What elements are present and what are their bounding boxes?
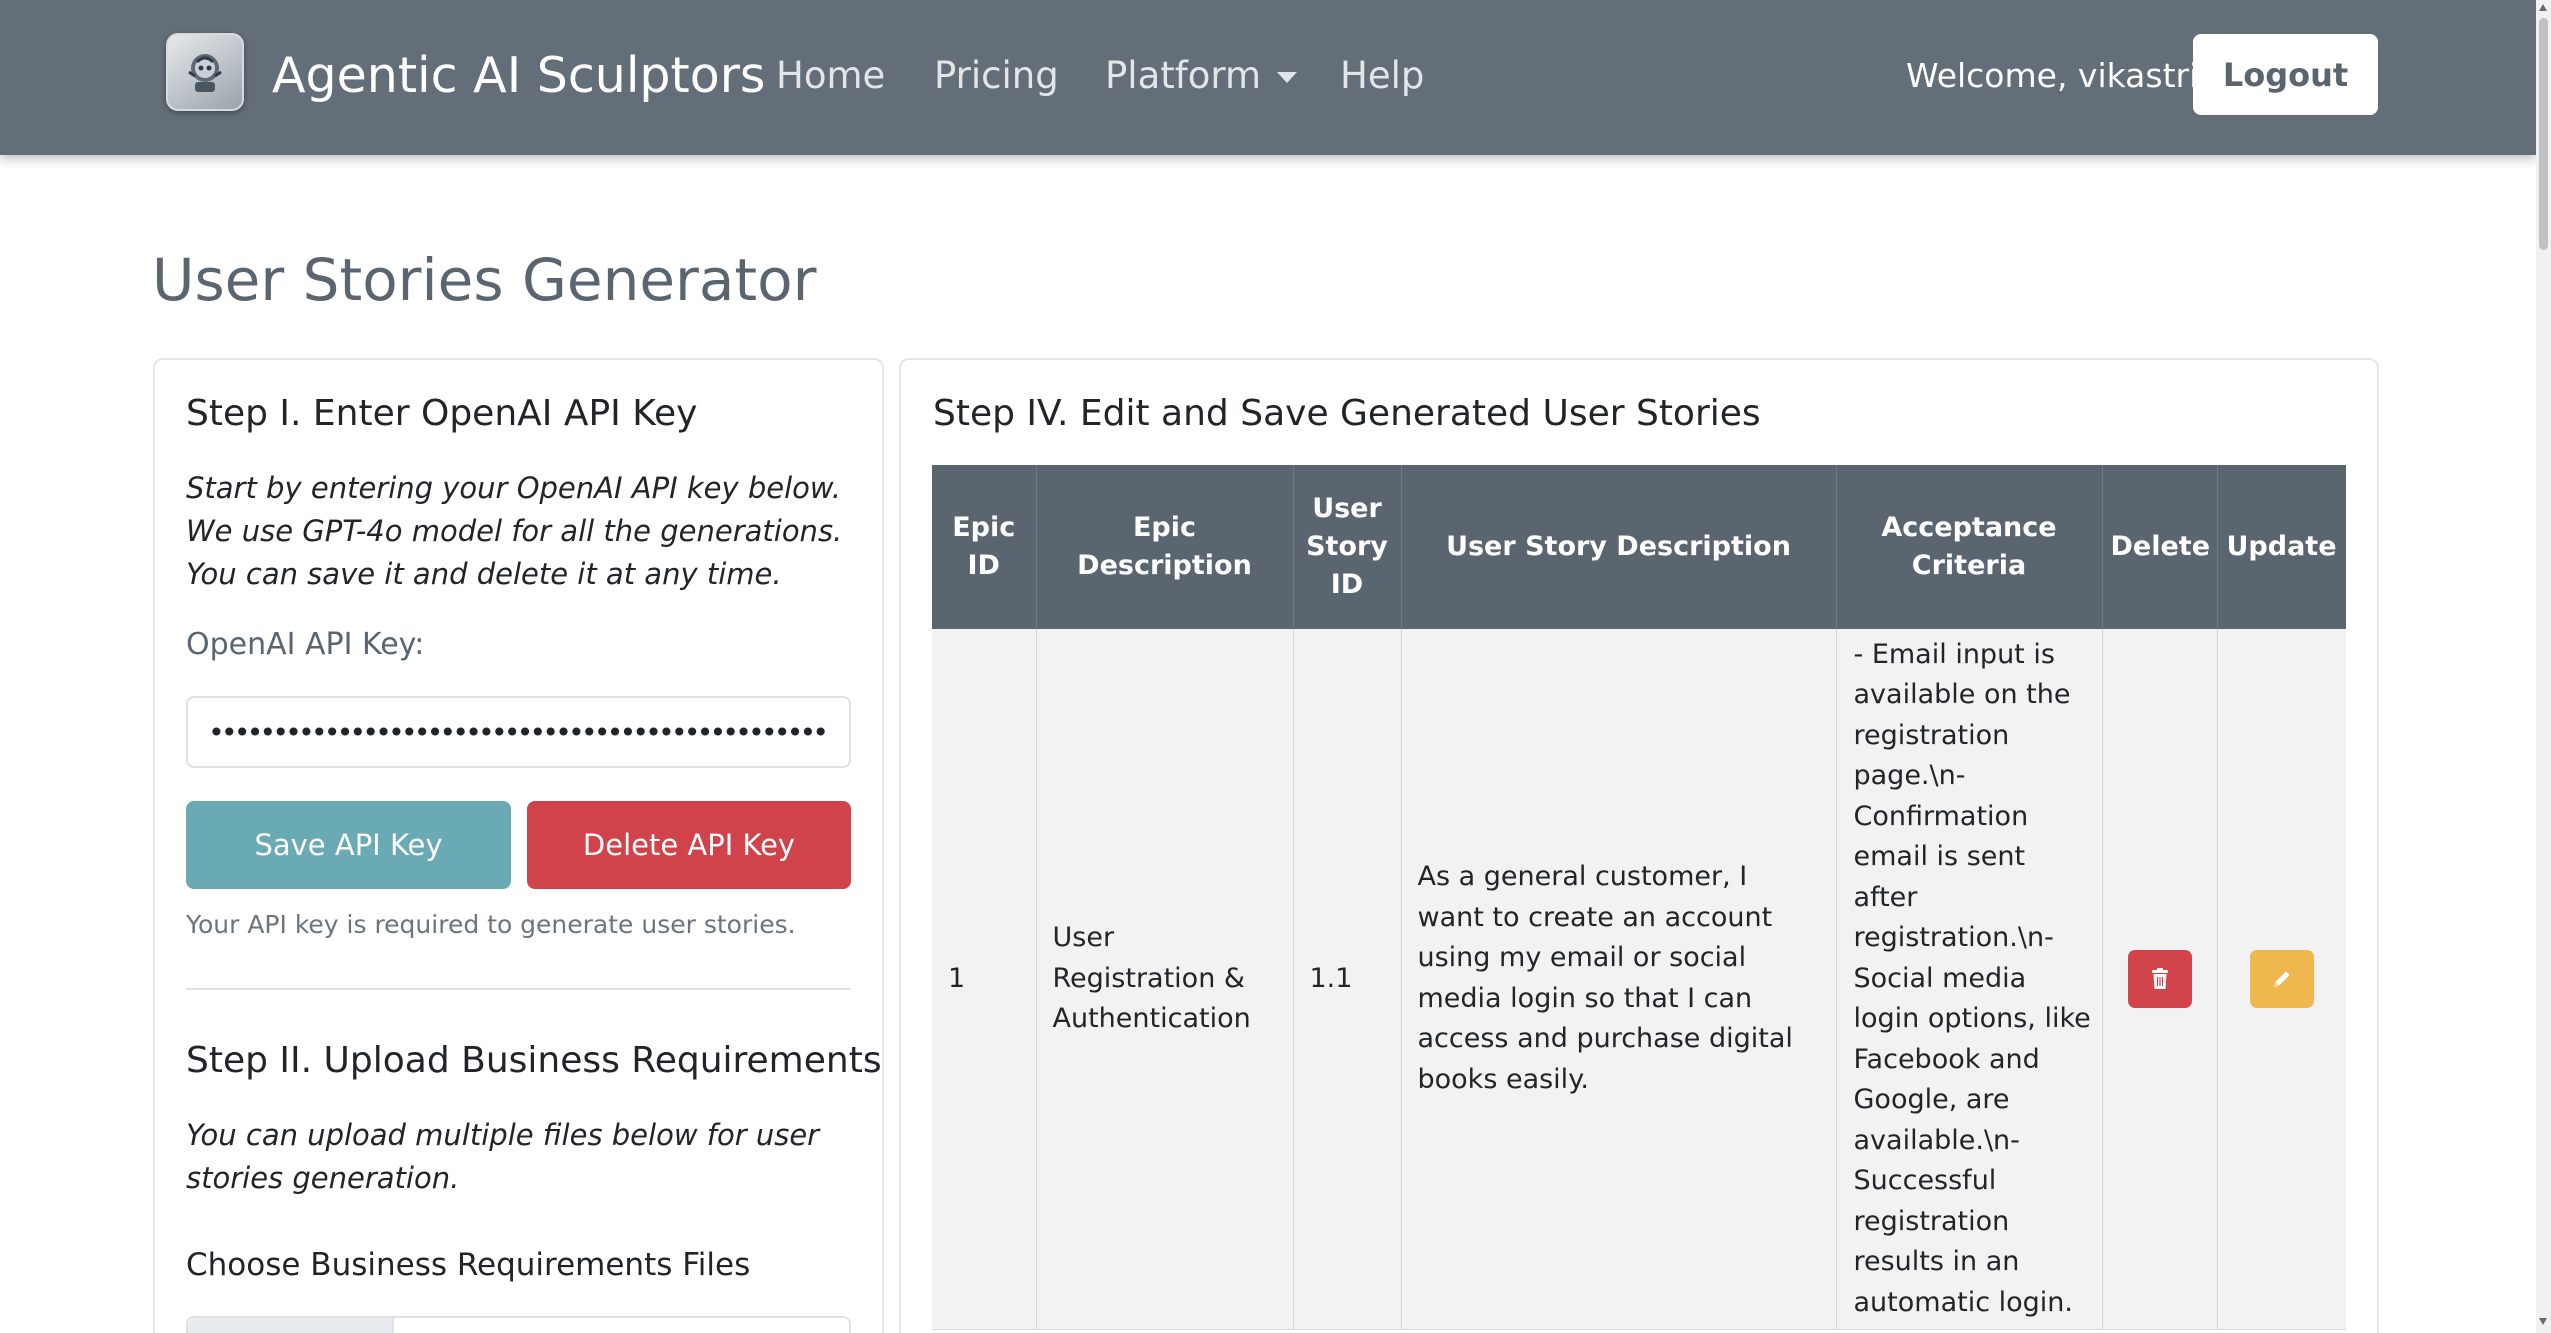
step2-description: You can upload multiple files below for … — [186, 1118, 820, 1195]
col-update: Update — [2217, 465, 2346, 629]
nav-home[interactable]: Home — [776, 50, 885, 102]
file-upload-input[interactable] — [186, 1316, 851, 1333]
api-key-label: OpenAI API Key: — [186, 627, 425, 662]
scroll-down-icon[interactable] — [2539, 1318, 2547, 1325]
nav-pricing[interactable]: Pricing — [934, 50, 1059, 102]
step1-heading: Step I. Enter OpenAI API Key — [186, 393, 698, 434]
cell-user-story-description: As a general customer, I want to create … — [1401, 629, 1837, 1330]
cell-delete — [2102, 629, 2218, 1330]
brand-title[interactable]: Agentic AI Sculptors — [272, 44, 765, 108]
chevron-down-icon — [1277, 72, 1298, 83]
section-divider — [186, 988, 851, 990]
delete-api-key-button[interactable]: Delete API Key — [527, 801, 851, 889]
user-stories-table: Epic ID Epic Description User Story ID U… — [932, 465, 2346, 1330]
page-title: User Stories Generator — [152, 246, 817, 314]
logout-button[interactable]: Logout — [2193, 34, 2378, 115]
table-header-row: Epic ID Epic Description User Story ID U… — [932, 465, 2346, 629]
user-stories-table-container: Epic ID Epic Description User Story ID U… — [932, 465, 2346, 1333]
cell-acceptance-criteria: - Email input is available on the regist… — [1836, 629, 2103, 1330]
navbar: Agentic AI Sculptors Home Pricing Platfo… — [0, 0, 2536, 155]
cell-update — [2217, 629, 2346, 1330]
api-key-input[interactable] — [186, 696, 851, 768]
files-label: Choose Business Requirements Files — [186, 1247, 751, 1283]
col-user-story-id: User Story ID — [1293, 465, 1402, 629]
nav-platform-dropdown[interactable]: Platform — [1105, 50, 1298, 102]
choose-files-button[interactable] — [188, 1318, 394, 1333]
step4-heading: Step IV. Edit and Save Generated User St… — [933, 393, 1761, 434]
cell-epic-description: User Registration & Authentication — [1036, 629, 1294, 1330]
api-key-help-text: Your API key is required to generate use… — [186, 910, 796, 939]
nav-platform-label: Platform — [1105, 54, 1262, 97]
nav-help[interactable]: Help — [1340, 50, 1424, 102]
update-row-button[interactable] — [2249, 949, 2314, 1008]
robot-logo-icon[interactable] — [166, 33, 244, 111]
col-delete: Delete — [2102, 465, 2218, 629]
trash-icon — [2151, 967, 2168, 989]
save-api-key-button[interactable]: Save API Key — [186, 801, 511, 889]
step2-heading: Step II. Upload Business Requirements — [186, 1040, 882, 1081]
col-user-story-description: User Story Description — [1401, 465, 1837, 629]
delete-row-button[interactable] — [2127, 949, 2192, 1008]
step1-description: Start by entering your OpenAI API key be… — [186, 471, 843, 591]
col-epic-description: Epic Description — [1036, 465, 1294, 629]
col-acceptance-criteria: Acceptance Criteria — [1836, 465, 2103, 629]
col-epic-id: Epic ID — [932, 465, 1037, 629]
page-scrollbar[interactable] — [2536, 0, 2551, 1333]
scroll-thumb[interactable] — [2539, 18, 2548, 250]
scroll-up-icon[interactable] — [2539, 4, 2547, 11]
welcome-text: Welcome, vikastri! — [1906, 56, 2212, 95]
cell-user-story-id: 1.1 — [1293, 629, 1402, 1330]
cell-epic-id: 1 — [932, 629, 1037, 1330]
table-row: 1 User Registration & Authentication 1.1… — [932, 629, 2346, 1330]
pencil-icon — [2273, 971, 2289, 987]
